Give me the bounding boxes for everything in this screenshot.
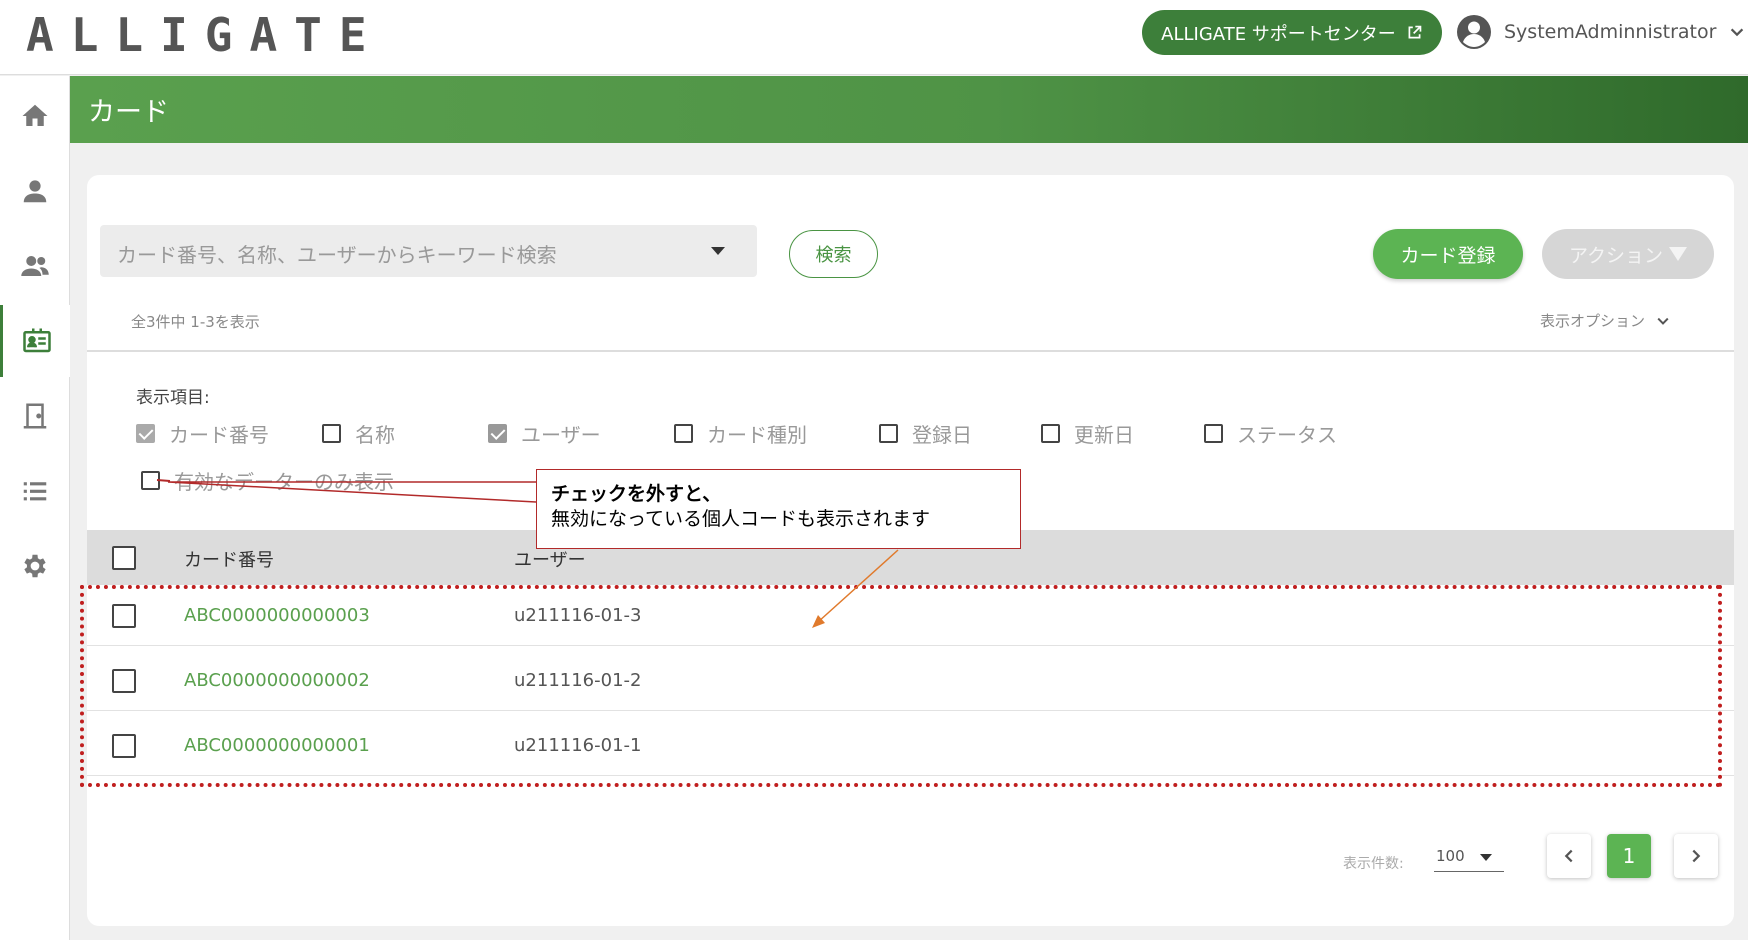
row-checkbox[interactable] <box>112 734 136 758</box>
page-header: カード <box>70 76 1748 143</box>
home-icon <box>22 104 48 126</box>
card-number-link[interactable]: ABC0000000000001 <box>184 735 370 756</box>
annotation-line-1: チェックを外すと、 <box>551 483 722 505</box>
chevron-down-icon <box>1657 317 1669 325</box>
user-cell: u211116-01-1 <box>514 735 642 756</box>
option-label: 有効なデーターのみ表示 <box>174 470 394 494</box>
card-number-link[interactable]: ABC0000000000002 <box>184 670 370 691</box>
option-updated-date[interactable]: 更新日 <box>1041 419 1134 448</box>
card-number-link[interactable]: ABC0000000000003 <box>184 605 370 626</box>
checkbox[interactable] <box>488 424 507 443</box>
caret-down-icon[interactable] <box>711 247 725 255</box>
register-card-button[interactable]: カード登録 <box>1373 229 1523 279</box>
action-label: アクション <box>1568 244 1664 267</box>
page-button-current[interactable]: 1 <box>1607 834 1651 878</box>
chevron-right-icon <box>1692 849 1701 863</box>
display-items-label: 表示項目: <box>136 388 210 408</box>
gear-icon <box>24 554 46 578</box>
avatar-icon <box>1457 15 1491 49</box>
top-header: ALLIGATE ALLIGATE サポートセンター SystemAdminni… <box>0 0 1748 75</box>
display-options-toggle[interactable]: 表示オプション <box>1540 310 1671 331</box>
table-row: ABC0000000000003 u211116-01-3 <box>87 588 1734 646</box>
checkbox[interactable] <box>322 424 341 443</box>
page-title: カード <box>88 97 169 128</box>
sidebar-item-doors[interactable] <box>0 380 70 452</box>
row-checkbox[interactable] <box>112 669 136 693</box>
option-label: ステータス <box>1237 423 1337 447</box>
next-page-button[interactable] <box>1674 834 1718 878</box>
external-link-icon <box>1408 25 1422 39</box>
search-placeholder: カード番号、名称、ユーザーからキーワード検索 <box>117 243 557 267</box>
per-page-select[interactable]: 100 <box>1434 842 1504 872</box>
chevron-left-icon <box>1564 849 1573 863</box>
user-icon <box>23 180 47 203</box>
display-options-label: 表示オプション <box>1540 312 1646 330</box>
per-page-value: 100 <box>1436 847 1465 865</box>
door-icon <box>23 403 47 429</box>
caret-down-icon <box>1480 854 1492 861</box>
username: SystemAdminnistrator <box>1504 21 1717 43</box>
option-valid-only[interactable]: 有効なデーターのみ表示 <box>141 466 394 495</box>
option-user[interactable]: ユーザー <box>488 419 601 448</box>
sidebar-item-home[interactable] <box>0 80 70 152</box>
main-panel: カード番号、名称、ユーザーからキーワード検索 検索 カード登録 アクション 全3… <box>87 175 1734 926</box>
per-page-label: 表示件数: <box>1343 856 1404 872</box>
option-label: カード番号 <box>169 423 269 447</box>
sidebar-item-logs[interactable] <box>0 455 70 527</box>
checkbox[interactable] <box>1204 424 1223 443</box>
annotation-callout: チェックを外すと、 無効になっている個人コードも表示されます <box>536 469 1021 549</box>
option-label: 名称 <box>355 423 395 447</box>
checkbox[interactable] <box>136 424 155 443</box>
table-row: ABC0000000000002 u211116-01-2 <box>87 653 1734 711</box>
sidebar-item-cards[interactable] <box>0 305 70 377</box>
option-registered-date[interactable]: 登録日 <box>879 419 972 448</box>
user-menu[interactable]: SystemAdminnistrator <box>1456 14 1746 50</box>
sidebar <box>0 76 70 940</box>
table-row: ABC0000000000001 u211116-01-1 <box>87 718 1734 776</box>
user-cell: u211116-01-2 <box>514 670 642 691</box>
search-button[interactable]: 検索 <box>789 230 878 278</box>
sidebar-item-user[interactable] <box>0 155 70 227</box>
select-all-checkbox[interactable] <box>112 546 136 570</box>
result-count: 全3件中 1-3を表示 <box>131 313 260 331</box>
checkbox[interactable] <box>879 424 898 443</box>
prev-page-button[interactable] <box>1547 834 1591 878</box>
sidebar-item-users[interactable] <box>0 230 70 302</box>
annotation-line-2: 無効になっている個人コードも表示されます <box>551 508 931 530</box>
option-card-type[interactable]: カード種別 <box>674 419 807 448</box>
caret-down-icon <box>1669 247 1688 261</box>
divider <box>87 350 1734 352</box>
card-icon <box>22 328 51 353</box>
list-icon <box>23 482 47 501</box>
option-label: ユーザー <box>521 423 601 447</box>
search-input[interactable]: カード番号、名称、ユーザーからキーワード検索 <box>100 225 757 277</box>
app-logo[interactable]: ALLIGATE <box>26 8 384 62</box>
option-card-number[interactable]: カード番号 <box>136 419 269 448</box>
checkbox[interactable] <box>141 471 160 490</box>
users-icon <box>21 256 49 276</box>
option-label: 登録日 <box>912 423 972 447</box>
column-header[interactable]: ユーザー <box>514 546 586 572</box>
option-status[interactable]: ステータス <box>1204 419 1337 448</box>
support-center-button[interactable]: ALLIGATE サポートセンター <box>1142 10 1442 55</box>
checkbox[interactable] <box>1041 424 1060 443</box>
action-button[interactable]: アクション <box>1542 229 1714 279</box>
chevron-down-icon <box>1731 28 1744 37</box>
sidebar-item-settings[interactable] <box>0 530 70 602</box>
option-label: カード種別 <box>707 423 807 447</box>
option-label: 更新日 <box>1074 423 1134 447</box>
user-cell: u211116-01-3 <box>514 605 642 626</box>
option-name[interactable]: 名称 <box>322 419 395 448</box>
support-center-label: ALLIGATE サポートセンター <box>1161 23 1396 45</box>
row-checkbox[interactable] <box>112 604 136 628</box>
checkbox[interactable] <box>674 424 693 443</box>
column-header[interactable]: カード番号 <box>184 546 274 572</box>
